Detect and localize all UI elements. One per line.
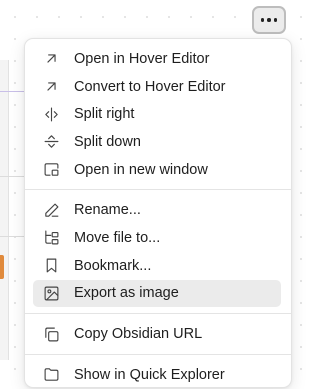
menu-separator <box>25 189 291 191</box>
menu-item-bookmark[interactable]: Bookmark... <box>33 252 281 280</box>
menu-item-open-in-new-window[interactable]: Open in new window <box>33 156 281 184</box>
more-dot <box>273 18 278 22</box>
more-dot <box>267 18 271 22</box>
pencil-icon <box>42 201 60 219</box>
menu-item-label: Move file to... <box>74 229 161 246</box>
menu-item-copy-obsidian-url[interactable]: Copy Obsidian URL <box>33 320 281 348</box>
background-divider <box>0 91 24 92</box>
menu-item-export-as-image[interactable]: Export as image <box>33 279 281 308</box>
background-divider <box>0 236 24 237</box>
image-icon <box>42 284 60 302</box>
menu-item-rename[interactable]: Rename... <box>33 196 281 224</box>
more-options-button[interactable] <box>252 6 286 34</box>
arrow-up-right-icon <box>42 78 60 96</box>
menu-item-label: Split right <box>74 106 135 123</box>
menu-item-label: Convert to Hover Editor <box>74 78 226 95</box>
arrow-up-right-icon <box>42 50 60 68</box>
menu-separator <box>25 353 291 355</box>
menu-item-split-down[interactable]: Split down <box>33 128 281 156</box>
menu-item-convert-to-hover-editor[interactable]: Convert to Hover Editor <box>33 73 281 101</box>
menu-item-label: Rename... <box>74 202 141 219</box>
context-menu: Open in Hover Editor Convert to Hover Ed… <box>24 38 292 388</box>
menu-item-label: Open in new window <box>74 161 208 178</box>
more-horizontal-icon <box>260 18 265 22</box>
bookmark-icon <box>42 257 60 275</box>
menu-item-label: Copy Obsidian URL <box>74 326 203 343</box>
split-horizontal-icon <box>42 133 60 151</box>
new-window-icon <box>42 161 60 179</box>
menu-item-label: Open in Hover Editor <box>74 50 210 67</box>
background-accent-tab <box>0 255 4 279</box>
folder-tree-icon <box>42 229 60 247</box>
menu-item-label: Export as image <box>74 285 179 302</box>
menu-item-label: Bookmark... <box>74 257 152 274</box>
copy-icon <box>42 325 60 343</box>
menu-item-move-file[interactable]: Move file to... <box>33 224 281 252</box>
menu-item-open-in-hover-editor[interactable]: Open in Hover Editor <box>33 45 281 73</box>
menu-separator <box>25 313 291 315</box>
menu-item-split-right[interactable]: Split right <box>33 100 281 128</box>
background-pane-edge <box>0 60 9 360</box>
menu-item-label: Split down <box>74 133 141 150</box>
split-vertical-icon <box>42 105 60 123</box>
background-divider <box>0 176 24 177</box>
